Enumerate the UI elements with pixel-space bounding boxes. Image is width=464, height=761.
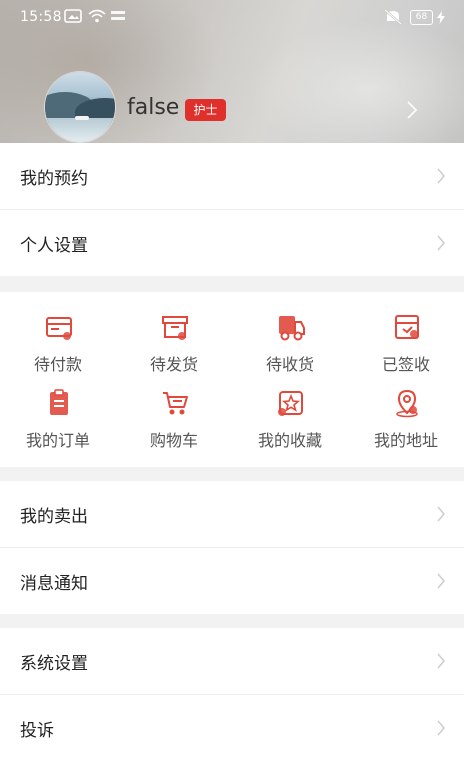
menu-item-label: 投诉 xyxy=(20,721,54,741)
truck-icon xyxy=(279,316,305,341)
menu-item-my-sales[interactable]: 我的卖出 xyxy=(0,481,464,548)
wallet-icon xyxy=(46,317,72,340)
role-badge: 护士 xyxy=(185,99,226,121)
menu-item-label: 我的卖出 xyxy=(20,507,88,527)
menu-item-label: 我的预约 xyxy=(20,169,88,189)
orders-grid: 待付款 待发货 待收货 已签收 我的订单 购物车 我的收藏 我的地址 xyxy=(0,292,464,467)
order-signed[interactable]: 已签收 xyxy=(348,312,464,382)
order-label: 待收货 xyxy=(265,355,314,374)
menu-item-system-settings[interactable]: 系统设置 xyxy=(0,628,464,695)
my-favorites[interactable]: 我的收藏 xyxy=(232,388,348,458)
menu-group-sales: 我的卖出 消息通知 xyxy=(0,481,464,614)
user-name: false xyxy=(127,95,180,120)
my-orders[interactable]: 我的订单 xyxy=(0,388,116,458)
menu-item-my-appointments[interactable]: 我的预约 xyxy=(0,143,464,210)
menu-item-label: 系统设置 xyxy=(20,654,88,674)
order-pending-payment[interactable]: 待付款 xyxy=(0,312,116,382)
shopping-cart[interactable]: 购物车 xyxy=(116,388,232,458)
chevron-right-icon xyxy=(437,653,446,669)
chevron-right-icon xyxy=(437,235,446,251)
menu-group-system: 系统设置 投诉 xyxy=(0,628,464,761)
chevron-right-icon xyxy=(437,720,446,736)
battery-icon: 68 xyxy=(410,10,433,25)
star-icon xyxy=(278,391,303,416)
chevron-right-icon xyxy=(437,573,446,589)
order-label: 待发货 xyxy=(149,355,198,374)
mute-icon xyxy=(384,9,402,25)
order-label: 购物车 xyxy=(149,431,198,450)
order-label: 我的地址 xyxy=(373,431,438,450)
signed-box-icon xyxy=(395,315,419,339)
profile-header: 15:58 68 false 护士 xyxy=(0,0,464,143)
order-label: 待付款 xyxy=(33,355,82,374)
wifi-icon xyxy=(88,9,106,23)
image-notification-icon xyxy=(64,9,82,23)
menu-item-notifications[interactable]: 消息通知 xyxy=(0,548,464,614)
box-icon xyxy=(162,316,188,340)
menu-item-complaint[interactable]: 投诉 xyxy=(0,695,464,761)
avatar[interactable] xyxy=(45,72,115,142)
my-address[interactable]: 我的地址 xyxy=(348,388,464,458)
chevron-right-icon[interactable] xyxy=(406,100,418,120)
menu-group-account: 我的预约 个人设置 xyxy=(0,143,464,276)
order-label: 我的订单 xyxy=(25,431,90,450)
order-label: 我的收藏 xyxy=(257,431,322,450)
network-speed-icon xyxy=(111,11,125,20)
cart-icon xyxy=(163,392,188,415)
menu-item-label: 消息通知 xyxy=(20,574,88,594)
clipboard-icon xyxy=(50,389,68,415)
status-bar: 15:58 68 xyxy=(0,0,464,34)
status-time: 15:58 xyxy=(20,9,62,25)
chevron-right-icon xyxy=(437,168,446,184)
menu-item-personal-settings[interactable]: 个人设置 xyxy=(0,210,464,276)
menu-item-label: 个人设置 xyxy=(20,236,88,256)
chevron-right-icon xyxy=(437,506,446,522)
order-pending-receipt[interactable]: 待收货 xyxy=(232,312,348,382)
order-label: 已签收 xyxy=(381,355,430,374)
location-pin-icon xyxy=(396,389,418,418)
order-pending-shipment[interactable]: 待发货 xyxy=(116,312,232,382)
charging-icon xyxy=(437,11,445,24)
header-background-highlight xyxy=(250,20,464,143)
